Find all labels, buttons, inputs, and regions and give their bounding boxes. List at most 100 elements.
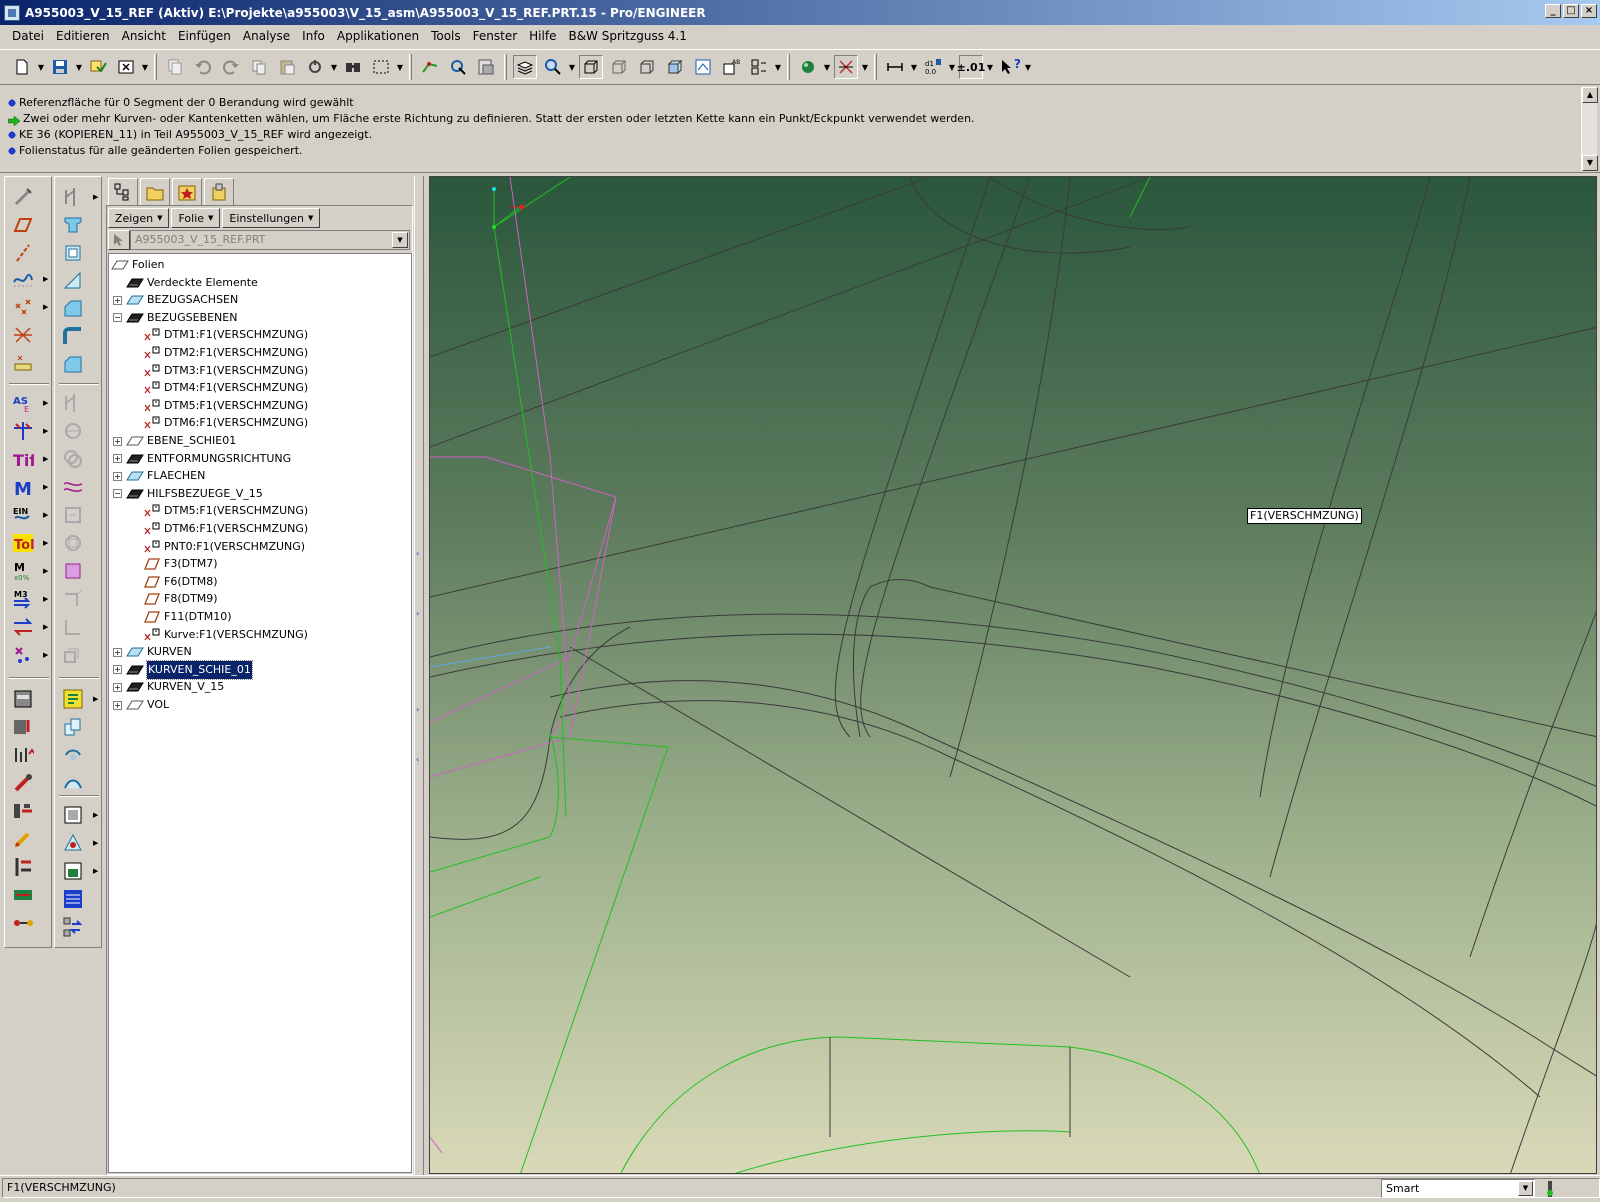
expand-icon[interactable]: +	[113, 436, 122, 446]
tree-layer-item[interactable]: + VOL	[113, 696, 169, 714]
menu-editieren[interactable]: Editieren	[50, 29, 116, 43]
tree-layer-item[interactable]: + KURVEN_V_15	[113, 678, 224, 696]
sketch-tool-icon[interactable]	[9, 185, 37, 209]
expand-arrow-icon[interactable]: ▶	[43, 427, 48, 435]
warp-icon[interactable]	[59, 771, 87, 795]
tree-layer-item[interactable]: + ENTFORMUNGSRICHTUNG	[113, 450, 291, 468]
no-hidden-icon[interactable]	[635, 55, 659, 79]
tree-layer-child[interactable]: DTM6:F1(VERSCHMZUNG)	[143, 414, 308, 432]
ejector-icon[interactable]	[9, 715, 37, 739]
thicken-icon[interactable]	[59, 643, 87, 667]
layer-menu-button[interactable]: Folie ▼	[171, 208, 221, 228]
menu-ansicht[interactable]: Ansicht	[116, 29, 172, 43]
cooling-icon[interactable]	[9, 799, 37, 823]
expand-arrow-icon[interactable]: ▶	[43, 651, 48, 659]
close-window-icon[interactable]	[114, 55, 138, 79]
expand-icon[interactable]: +	[113, 700, 122, 710]
measure-icon[interactable]	[883, 55, 907, 79]
collapse-left-icon[interactable]: ‹	[416, 755, 419, 764]
expand-arrow-icon[interactable]: ▶	[43, 511, 48, 519]
menu-applikationen[interactable]: Applikationen	[331, 29, 425, 43]
minimize-button[interactable]: _	[1545, 4, 1561, 18]
tree-layer-child[interactable]: DTM4:F1(VERSCHMZUNG)	[143, 379, 308, 397]
edit-pen-icon[interactable]	[9, 827, 37, 851]
annotation-icon[interactable]: AS E	[9, 391, 37, 415]
close-button[interactable]: ×	[1581, 4, 1597, 18]
m3-tool-icon[interactable]: M3	[9, 587, 37, 611]
select-dropdown[interactable]: ▼	[395, 55, 405, 79]
collapse-left-icon[interactable]: ‹	[416, 549, 419, 558]
extend-icon[interactable]	[59, 615, 87, 639]
family-table-icon[interactable]	[59, 859, 87, 883]
datum-dropdown[interactable]: ▼	[860, 55, 870, 79]
paste-icon[interactable]	[275, 55, 299, 79]
menu-info[interactable]: Info	[296, 29, 331, 43]
tree-layer-child[interactable]: Kurve:F1(VERSCHMZUNG)	[143, 626, 308, 644]
text-tool-icon[interactable]: Tiff	[9, 447, 37, 471]
exchange-icon[interactable]	[9, 615, 37, 639]
merge-icon[interactable]	[59, 743, 87, 767]
tree-layer-child[interactable]: DTM2:F1(VERSCHMZUNG)	[143, 344, 308, 362]
revolve-icon[interactable]	[59, 419, 87, 443]
hole-icon[interactable]	[59, 185, 87, 209]
references-icon[interactable]	[59, 915, 87, 939]
expand-arrow-icon[interactable]: ▶	[43, 275, 48, 283]
expand-arrow-icon[interactable]: ▶	[43, 455, 48, 463]
expand-icon[interactable]: +	[113, 295, 122, 305]
blend-icon[interactable]	[59, 475, 87, 499]
expand-arrow-icon[interactable]: ▶	[43, 483, 48, 491]
dimension-icon[interactable]: d1 0.0	[921, 55, 945, 79]
datum-point-icon[interactable]	[9, 295, 37, 319]
tree-layer-item[interactable]: − BEZUGSEBENEN	[113, 309, 237, 327]
scroll-down-icon[interactable]: ▼	[1582, 155, 1598, 171]
tree-layer-item[interactable]: − HILFSBEZUEGE_V_15	[113, 485, 263, 503]
tree-layer-item[interactable]: + KURVEN_SCHIE_01	[113, 659, 253, 680]
layer-tree[interactable]: Folien Verdeckte Elemente + BEZUGSACHSEN − BE…	[108, 253, 412, 1173]
settings-menu-button[interactable]: Einstellungen ▼	[222, 208, 321, 228]
menu-hilfe[interactable]: Hilfe	[523, 29, 562, 43]
spin-center-icon[interactable]	[446, 55, 470, 79]
rib-icon[interactable]	[59, 241, 87, 265]
expand-arrow-icon[interactable]: ▶	[43, 539, 48, 547]
menu-bw-spritzguss[interactable]: B&W Spritzguss 4.1	[562, 29, 692, 43]
paste-special-icon[interactable]	[303, 55, 327, 79]
datum-curve-icon[interactable]	[9, 267, 37, 291]
expand-arrow-icon[interactable]: ▶	[93, 839, 98, 847]
shading-icon[interactable]	[663, 55, 687, 79]
expand-arrow-icon[interactable]: ▶	[43, 303, 48, 311]
runner-icon[interactable]	[9, 883, 37, 907]
tree-layer-child[interactable]: F8(DTM9)	[143, 590, 218, 608]
appearance-icon[interactable]	[796, 55, 820, 79]
context-help-icon[interactable]: ?	[997, 55, 1021, 79]
expand-icon[interactable]: +	[113, 454, 122, 464]
regenerate-icon[interactable]	[86, 55, 110, 79]
layers-icon[interactable]	[513, 55, 537, 79]
tolerance-tool-icon[interactable]: Tol	[9, 531, 37, 555]
tree-root-layers[interactable]: Folien	[111, 256, 165, 274]
relations-icon[interactable]	[59, 831, 87, 855]
expand-arrow-icon[interactable]: ▶	[93, 695, 98, 703]
gate-icon[interactable]	[9, 855, 37, 879]
tree-layer-child[interactable]: DTM1:F1(VERSCHMZUNG)	[143, 326, 308, 344]
chevron-down-icon[interactable]: ▼	[1518, 1181, 1533, 1196]
pick-model-icon[interactable]	[108, 230, 130, 250]
expand-arrow-icon[interactable]: ▶	[93, 193, 98, 201]
maximize-button[interactable]: □	[1563, 4, 1579, 18]
expand-arrow-icon[interactable]: ▶	[43, 623, 48, 631]
tree-layer-item[interactable]: + KURVEN	[113, 643, 192, 661]
appearance-dropdown[interactable]: ▼	[822, 55, 832, 79]
tab-favorites[interactable]	[172, 178, 202, 206]
expand-arrow-icon[interactable]: ▶	[43, 399, 48, 407]
help-dropdown[interactable]: ▼	[1023, 55, 1033, 79]
analysis-feature-icon[interactable]	[9, 351, 37, 375]
dimension-dropdown[interactable]: ▼	[947, 55, 957, 79]
reference-dim-icon[interactable]	[9, 419, 37, 443]
coordinate-system-icon[interactable]	[9, 323, 37, 347]
new-file-icon[interactable]	[10, 55, 34, 79]
menu-tools[interactable]: Tools	[425, 29, 467, 43]
point-cloud-icon[interactable]	[9, 643, 37, 667]
tree-layer-item[interactable]: + BEZUGSACHSEN	[113, 291, 238, 309]
orient-icon[interactable]	[747, 55, 771, 79]
collapse-icon[interactable]: −	[113, 313, 122, 323]
model-tree-icon[interactable]	[474, 55, 498, 79]
